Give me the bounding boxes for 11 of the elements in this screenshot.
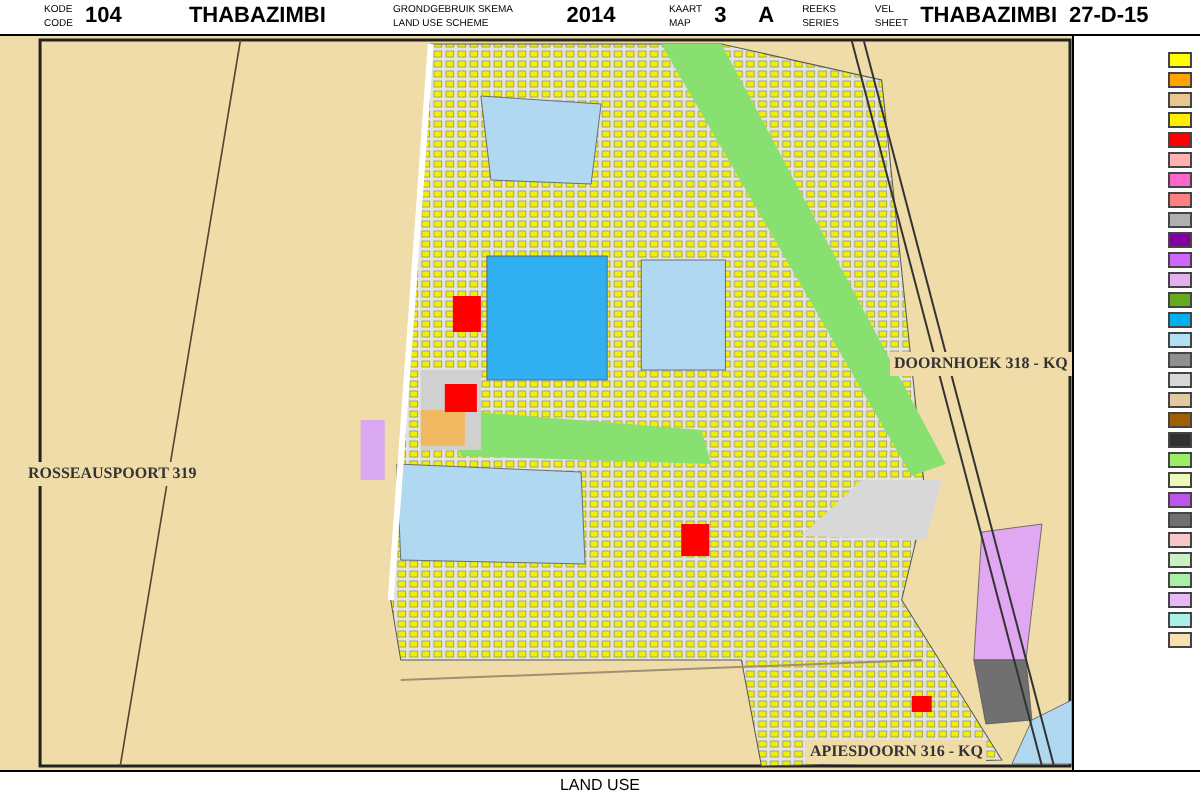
header-value: THABAZIMBI [186,2,328,33]
map-footer-title: LAND USE [559,774,640,798]
farm-name-label: DOORNHOEK 318 - KQ [890,352,1072,376]
farm-name-label: ROSSEAUSPOORT 319 [24,462,201,486]
farm-name-label: APIESDOORN 316 - KQ [806,740,987,764]
header-value: 27-D-15 [1067,2,1151,33]
header-value: THABAZIMBI [918,2,1060,33]
header-value: 3 [712,2,729,33]
header-value: 2014 [564,2,618,33]
header-value: A [756,2,777,33]
header-value: 104 [82,2,124,33]
